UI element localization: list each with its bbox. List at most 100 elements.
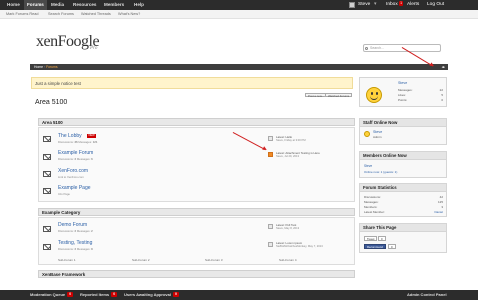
forum-node[interactable]: The Lobby NEW Discussions: 36 Messages: … [39,130,354,148]
latest-post[interactable]: Latest: Poll Test Steve, May 8, 2013 [268,223,342,232]
forum-title[interactable]: The Lobby [58,133,82,139]
link-description: Link to XenForo.com [58,175,84,179]
category-header[interactable]: XenBase Framework [38,270,355,278]
latest-post[interactable]: Latest: Hello Steve, Friday at 3:00 PM [268,135,342,144]
members-online-title: Members Online Now [360,152,446,160]
tweet-count: 0 [378,236,386,241]
approval-count: 0 [172,292,179,298]
breadcrumb: Home › Forums ◂▸ [30,64,448,70]
latest-post[interactable]: Latest: Lorem ipsum SteBotMcFalcheeMonke… [268,241,342,250]
moderation-queue-link[interactable]: Moderation Queue 0 [30,290,74,300]
rss-icon[interactable] [268,242,273,247]
tab-resources[interactable]: Resources [70,0,100,10]
sub-navbar: Mark Forums Read Search Forums Watched T… [0,10,478,19]
avatar[interactable] [364,131,370,137]
rss-icon[interactable] [268,152,273,157]
forum-title[interactable]: Testing, Testing [58,240,92,246]
page-node[interactable]: Example Page Info Page [39,184,354,198]
rss-icon[interactable] [268,136,273,141]
tab-help[interactable]: Help [131,0,147,10]
notice-banner: Just a simple notice test [31,77,353,89]
smiley-avatar-icon[interactable] [366,87,382,103]
rss-icon[interactable] [268,224,273,229]
search-placeholder: Search... [370,46,385,50]
share-panel: Share This Page Tweet 0 Recommend 0 [359,223,447,253]
staff-online-panel: Staff Online Now Steve Admin [359,118,447,145]
forum-stats: Discussions: 36 Messages: 121 [58,140,98,144]
link-node[interactable]: XenForo.com Link to XenForo.com [39,167,354,181]
moderation-count: 0 [67,292,74,298]
forum-read-icon [43,226,51,232]
online-summary[interactable]: Online now: 1 (guests: 1) [364,170,397,174]
page-title: Area 5100 [35,99,68,106]
tweet-button[interactable]: Tweet [364,236,378,241]
inbox-count: 1 [399,1,404,7]
page-node-description: Info Page [58,192,70,196]
latest-post[interactable]: Latest: Attachment Testing is Here Steve… [268,151,342,160]
stat-label: Likes: [398,93,406,97]
subforum-link[interactable]: Sub-Forum 2 [132,258,150,262]
staff-name[interactable]: Steve [373,130,382,134]
admin-control-panel-link[interactable]: Admin Control Panel [407,290,447,300]
reported-items-link[interactable]: Reported Items 0 [80,290,118,300]
inbox-link[interactable]: Inbox 1 [386,0,404,10]
tab-home[interactable]: Home [4,0,23,10]
breadcrumb-jump-icon[interactable]: ◂▸ [442,64,445,70]
stat-value: 0 [441,98,443,102]
stat-label: Members: [364,205,378,209]
watched-threads-link[interactable]: Watched Threads [81,10,111,19]
post-new-button[interactable]: Post a new... [305,93,328,98]
visitor-panel: Steve Messages: 22 Likes: 5 Points: 0 [359,77,447,107]
stat-label: Messages: [398,88,413,92]
mark-forums-read-link[interactable]: Mark Forums Read [6,10,39,19]
staff-online-title: Staff Online Now [360,119,446,127]
category-node-list: Demo Forum Discussions: 2 Messages: 2 La… [38,217,355,265]
forum-node[interactable]: Demo Forum Discussions: 2 Messages: 2 La… [39,221,354,237]
page-node-title[interactable]: Example Page [58,185,91,191]
stat-value[interactable]: Daniel [434,210,443,214]
alerts-link[interactable]: Alerts [407,0,419,10]
user-avatar[interactable] [349,2,355,8]
user-menu-link[interactable]: Steve [358,0,370,10]
tweet-label: Tweet [367,237,375,241]
forum-title[interactable]: Demo Forum [58,222,87,228]
logout-link[interactable]: Log Out [427,0,444,10]
share-title: Share This Page [360,224,446,232]
category-header[interactable]: Example Category [38,208,355,216]
page-icon [43,188,51,194]
forum-node[interactable]: Testing, Testing Discussions: 2 Messages… [39,239,354,255]
stat-value: 42 [439,195,443,199]
subforum-link[interactable]: Sub-Forum 1 [58,258,76,262]
forum-title[interactable]: Example Forum [58,150,93,156]
subforum-link[interactable]: Sub-Forum 4 [279,258,297,262]
tab-forums[interactable]: Forums [24,0,47,10]
link-title[interactable]: XenForo.com [58,168,88,174]
user-menu-chevron-icon[interactable]: ▾ [374,0,376,10]
forum-stats: Discussions: 2 Messages: 6 [58,157,93,161]
online-member-name[interactable]: Steve [364,164,372,168]
awaiting-approval-link[interactable]: Users Awaiting Approval 0 [124,290,179,300]
recommend-button[interactable]: Recommend [364,244,386,249]
stat-value: 125 [437,200,443,204]
stat-label: Discussions: [364,195,381,199]
visitor-name[interactable]: Steve [398,81,407,85]
forum-node[interactable]: Example Forum Discussions: 2 Messages: 6… [39,149,354,164]
whats-new-link[interactable]: What's New? [118,10,140,19]
latest-post-meta: Steve, Friday at 3:00 PM [276,139,306,142]
latest-post-meta: SteBotMcFalcheeMonkey, May 7, 2013 [276,245,323,248]
category-header[interactable]: Area 5100 [38,118,355,126]
admin-bottom-bar: Moderation Queue 0 Reported Items 0 Users … [0,290,478,300]
subforum-link[interactable]: Sub-Forum 3 [205,258,223,262]
breadcrumb-home[interactable]: Home [34,65,43,69]
watched-forums-button[interactable]: Watched Forums [325,93,353,98]
search-icon [365,46,368,50]
recommend-count: 0 [388,244,396,249]
stat-value: 5 [441,93,443,97]
stat-label: Messages: [364,200,379,204]
tab-media[interactable]: Media [48,0,67,10]
breadcrumb-forums[interactable]: Forums [46,65,58,69]
tab-members[interactable]: Members [101,0,127,10]
search-forums-link[interactable]: Search Forums [48,10,74,19]
new-badge: NEW [87,134,96,138]
staff-role: Admin [373,135,382,139]
